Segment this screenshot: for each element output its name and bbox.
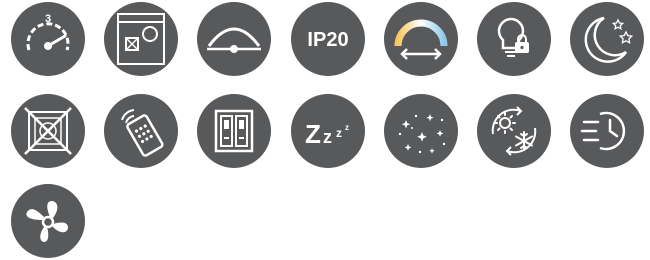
fan-light-mount-icon [104,2,178,76]
sleep-z-tiny: z [345,123,349,132]
sleep-z-large: Z [305,119,321,149]
dome-dimmer-icon [197,2,271,76]
sleep-z-small: z [336,126,342,140]
summer-winter-mode-icon [477,94,551,168]
bulb-lock-icon [477,2,551,76]
ip-prefix: IP [307,29,326,51]
ip20-rating-icon: IP20 [291,2,365,76]
night-mode-moon-icon [570,2,644,76]
sleep-mode-icon: Z z z z [291,94,365,168]
wall-switch-icon [197,94,271,168]
svg-text:IP20: IP20 [307,29,348,51]
sleep-z-medium: z [323,127,332,147]
ip-value: 20 [326,29,348,51]
starry-sky-icon [384,94,458,168]
feature-icon-grid: 3 IP20 Z z z z [0,0,650,260]
timer-icon [570,94,644,168]
speed-gauge-icon: 3 [11,2,85,76]
color-temperature-icon [384,2,458,76]
remote-control-icon [104,94,178,168]
no-fan-cage-icon [11,94,85,168]
fan-blades-icon [11,184,85,258]
